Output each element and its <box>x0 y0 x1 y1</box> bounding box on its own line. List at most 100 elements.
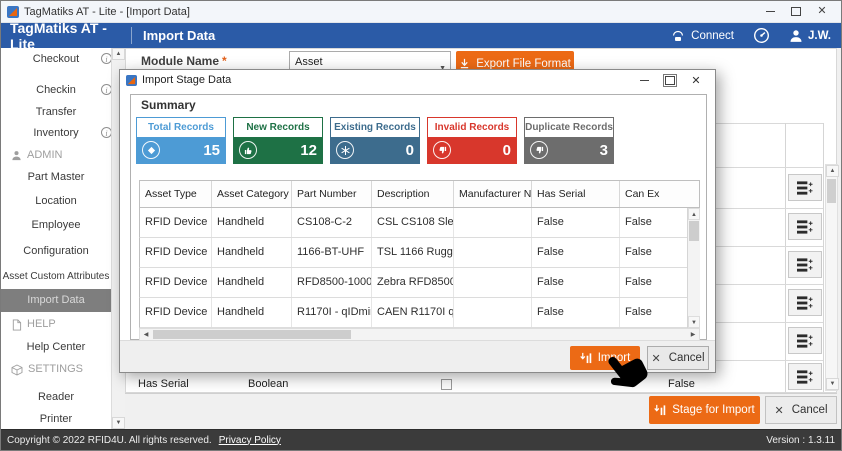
grid-line <box>701 208 823 209</box>
attribute-default-value: False <box>668 378 695 390</box>
cell: Handheld <box>212 298 292 327</box>
sidebar-item-part-master[interactable]: Part Master <box>1 170 111 185</box>
dialog-minimize-icon[interactable] <box>631 71 657 89</box>
window-minimize-icon[interactable] <box>757 2 783 22</box>
cell <box>454 298 532 327</box>
table-row[interactable]: RFID Device Handheld RFD8500-100010... Z… <box>139 268 700 298</box>
cell: Handheld <box>212 208 292 237</box>
sidebar-item-label: Reader <box>38 391 74 403</box>
cell <box>454 238 532 267</box>
download-icon <box>459 58 470 69</box>
dialog-cancel-button[interactable]: ✕ Cancel <box>647 346 709 370</box>
connect-button[interactable]: Connect <box>670 29 734 43</box>
window-controls: ✕ <box>757 2 835 22</box>
help-page-icon <box>11 319 22 331</box>
sidebar-item-import-data[interactable]: Import Data <box>1 289 111 312</box>
column-header[interactable]: Can Ex <box>620 181 699 207</box>
page-cancel-button[interactable]: ✕ Cancel <box>765 396 837 424</box>
close-icon: ✕ <box>774 404 783 417</box>
edit-list-icon <box>797 370 813 384</box>
column-header[interactable]: Description <box>372 181 454 207</box>
dialog-close-icon[interactable]: ✕ <box>683 71 709 89</box>
sidebar-item-printer[interactable]: Printer <box>1 412 111 427</box>
cell: CAEN R1170I qID... <box>372 298 454 327</box>
user-menu[interactable]: J.W. <box>789 29 831 43</box>
scroll-up-icon[interactable]: ▲ <box>826 165 839 177</box>
sidebar-section-settings: SETTINGS <box>1 362 111 377</box>
scroll-up-icon[interactable]: ▲ <box>112 48 125 60</box>
table-row[interactable]: RFID Device Handheld 1166-BT-UHF TSL 116… <box>139 238 700 268</box>
grid-line <box>823 123 824 392</box>
admin-user-icon <box>11 150 22 161</box>
grid-line <box>785 123 786 392</box>
stage-button-label: Stage for Import <box>672 404 754 416</box>
tag-icon <box>142 141 160 159</box>
column-header[interactable]: Asset Category <box>212 181 292 207</box>
card-duplicate-records: Duplicate Records 3 <box>524 117 614 164</box>
card-label: New Records <box>234 118 322 137</box>
scroll-left-icon[interactable]: ◀ <box>140 331 152 338</box>
sidebar-item-location[interactable]: Location <box>1 194 111 209</box>
scroll-down-icon[interactable]: ▼ <box>112 417 125 429</box>
app-header: TagMatiks AT - Lite Import Data Connect … <box>1 23 841 48</box>
column-header[interactable]: Part Number <box>292 181 372 207</box>
scroll-up-icon[interactable]: ▲ <box>688 208 700 220</box>
attribute-checkbox[interactable] <box>441 379 452 390</box>
import-button[interactable]: Import <box>570 346 640 370</box>
scroll-thumb[interactable] <box>689 221 699 241</box>
thumbs-down-icon <box>530 141 548 159</box>
edit-attributes-button[interactable] <box>788 213 822 240</box>
column-header[interactable]: Has Serial <box>532 181 620 207</box>
app-logo-icon <box>7 6 19 18</box>
gauge-icon[interactable] <box>753 27 770 44</box>
sidebar-item-checkin[interactable]: Checkin <box>1 83 111 98</box>
window-maximize-icon[interactable] <box>783 2 809 22</box>
sidebar-item-help-center[interactable]: Help Center <box>1 340 111 355</box>
dialog-controls: ✕ <box>631 71 709 89</box>
import-button-label: Import <box>598 352 631 364</box>
sidebar-section-label: SETTINGS <box>28 362 83 377</box>
edit-list-icon <box>797 220 813 234</box>
window-close-icon[interactable]: ✕ <box>809 2 835 22</box>
privacy-policy-link[interactable]: Privacy Policy <box>219 435 281 446</box>
card-total-records: Total Records 15 <box>136 117 226 164</box>
sidebar-item-transfer[interactable]: Transfer <box>1 105 111 120</box>
card-value: 12 <box>300 142 317 159</box>
cell: RFD8500-100010... <box>292 268 372 297</box>
card-band: 0 <box>331 137 419 163</box>
scroll-thumb[interactable] <box>153 330 351 339</box>
sidebar-item-label: Asset Custom Attributes <box>3 271 110 282</box>
cancel-button-label: Cancel <box>792 404 828 416</box>
sidebar-item-asset-custom-attributes[interactable]: Asset Custom Attributes <box>1 269 111 284</box>
page-title: Import Data <box>132 28 215 43</box>
edit-attributes-button[interactable] <box>788 363 822 390</box>
sidebar-item-configuration[interactable]: Configuration <box>1 244 111 259</box>
sidebar-item-checkout[interactable]: Checkout <box>1 52 111 67</box>
table-row[interactable]: RFID Device Handheld R1170I - qIDmini CA… <box>139 298 700 328</box>
grid-line <box>701 167 823 168</box>
scroll-right-icon[interactable]: ▶ <box>687 331 699 338</box>
scroll-down-icon[interactable]: ▼ <box>688 316 700 328</box>
sidebar-item-label: Checkout <box>33 53 79 65</box>
scroll-down-icon[interactable]: ▼ <box>826 378 839 390</box>
dialog-title: Import Stage Data <box>142 74 231 86</box>
edit-list-icon <box>797 334 813 348</box>
dialog-maximize-icon[interactable] <box>657 71 683 89</box>
sidebar-item-reader[interactable]: Reader <box>1 390 111 405</box>
cell: False <box>532 268 620 297</box>
cell: RFID Device <box>140 298 212 327</box>
edit-attributes-button[interactable] <box>788 174 822 201</box>
edit-attributes-button[interactable] <box>788 289 822 316</box>
sidebar-item-employee[interactable]: Employee <box>1 218 111 233</box>
sidebar-section-label: HELP <box>27 317 56 332</box>
sidebar-item-inventory[interactable]: Inventory <box>1 126 111 141</box>
stage-for-import-button[interactable]: Stage for Import <box>649 396 760 424</box>
reader-device-icon <box>670 29 686 43</box>
table-row[interactable]: RFID Device Handheld CS108-C-2 CSL CS108… <box>139 208 700 238</box>
scroll-thumb[interactable] <box>827 179 836 203</box>
column-header[interactable]: Asset Type <box>140 181 212 207</box>
required-asterisk: * <box>222 54 227 68</box>
column-header[interactable]: Manufacturer Name <box>454 181 532 207</box>
edit-attributes-button[interactable] <box>788 251 822 278</box>
edit-attributes-button[interactable] <box>788 327 822 354</box>
